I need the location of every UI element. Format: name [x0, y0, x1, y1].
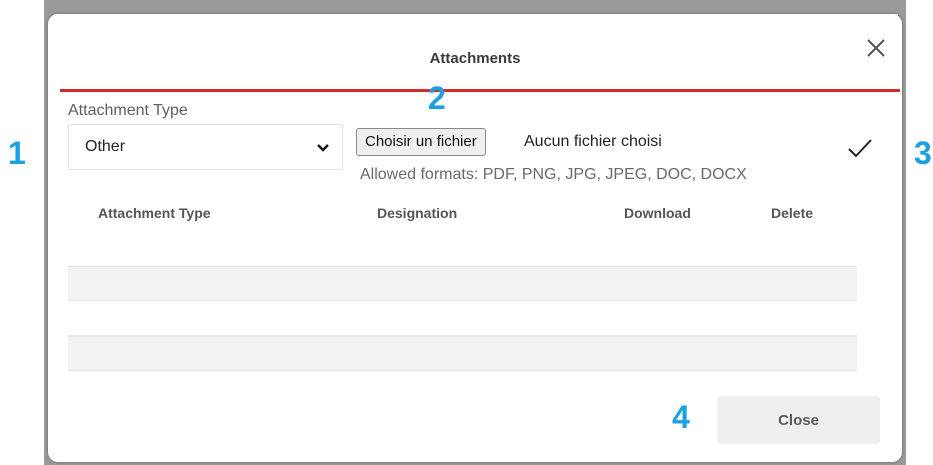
attachment-type-selected-value: Other — [85, 138, 126, 155]
callout-number-4: 4 — [672, 399, 690, 435]
attachment-type-label: Attachment Type — [68, 102, 188, 119]
table-row — [68, 301, 857, 336]
table-row — [68, 266, 857, 301]
column-header-designation: Designation — [377, 205, 458, 221]
column-header-delete: Delete — [771, 205, 814, 221]
column-header-attachment-type: Attachment Type — [98, 205, 211, 221]
allowed-formats-text: Allowed formats: PDF, PNG, JPG, JPEG, DO… — [360, 166, 747, 183]
check-icon[interactable] — [846, 136, 874, 160]
close-icon[interactable] — [864, 36, 888, 60]
attachments-dialog: Attachments Attachment Type Other Choisi… — [48, 14, 902, 462]
file-status-text: Aucun fichier choisi — [524, 133, 662, 150]
table-row — [68, 336, 857, 371]
choose-file-button[interactable]: Choisir un fichier — [356, 128, 486, 156]
callout-number-1: 1 — [8, 135, 26, 171]
column-header-download: Download — [624, 205, 691, 221]
dialog-title: Attachments — [429, 50, 521, 67]
attachment-type-select[interactable]: Other — [68, 124, 343, 170]
title-divider — [60, 89, 900, 92]
close-button[interactable]: Close — [717, 396, 880, 444]
backdrop-top-edge — [44, 0, 906, 14]
callout-number-2: 2 — [428, 80, 446, 116]
callout-number-3: 3 — [914, 135, 932, 171]
chevron-down-icon — [317, 144, 329, 152]
